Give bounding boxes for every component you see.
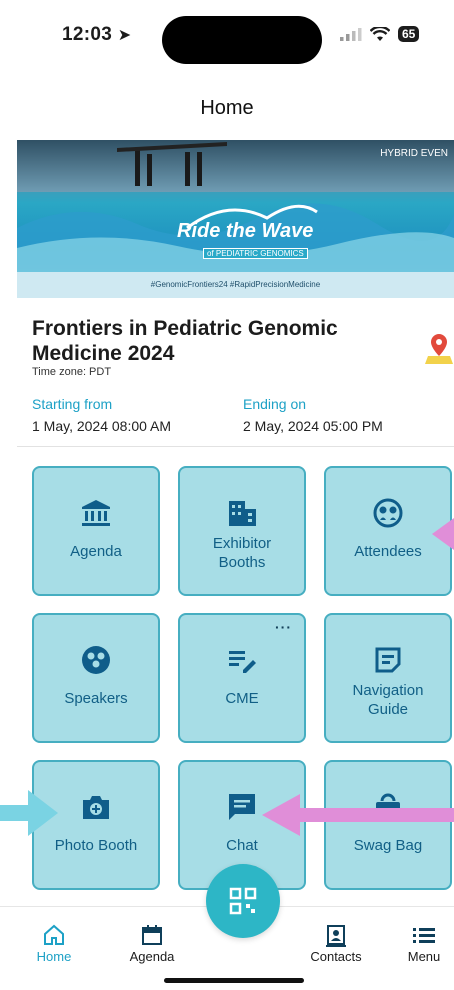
status-bar: 12:03 ➤ 65 <box>0 0 454 80</box>
page-header: Home <box>0 80 454 136</box>
qr-scan-button[interactable] <box>206 864 280 938</box>
nav-label: Home <box>36 949 72 964</box>
nav-agenda[interactable]: Agenda <box>112 921 192 964</box>
tile-agenda[interactable]: Agenda <box>32 466 160 596</box>
nav-home[interactable]: Home <box>14 921 94 964</box>
nav-label: Contacts <box>310 949 362 964</box>
event-timezone: Time zone: PDT <box>32 366 112 378</box>
map-location-icon[interactable] <box>424 332 454 366</box>
tile-label: Attendees <box>354 543 422 560</box>
banner-hashtags: #GenomicFrontiers24 #RapidPrecisionMedic… <box>17 272 454 298</box>
calendar-icon <box>112 921 192 949</box>
tile-label: Swag Bag <box>353 837 423 854</box>
nav-menu[interactable]: Menu <box>384 921 454 964</box>
location-arrow-icon: ➤ <box>117 27 132 44</box>
more-options-icon[interactable]: ··· <box>275 619 292 635</box>
tile-exhibitor-booths[interactable]: Exhibitor Booths <box>178 466 306 596</box>
home-indicator <box>164 978 304 983</box>
event-info: Frontiers in Pediatric Genomic Medicine … <box>32 316 454 434</box>
tile-label: Chat <box>226 837 258 854</box>
end-value: 2 May, 2024 05:00 PM <box>243 418 383 434</box>
page-title: Home <box>200 97 254 119</box>
document-icon <box>374 645 402 675</box>
hybrid-event-label: HYBRID EVEN <box>380 148 448 159</box>
dynamic-island <box>162 16 322 64</box>
cyan-arrow-photo-booth <box>0 790 58 836</box>
tile-navigation-guide[interactable]: Navigation Guide <box>324 613 452 743</box>
end-label: Ending on <box>243 396 307 412</box>
tile-label: Agenda <box>70 543 122 560</box>
people-face-icon <box>373 498 403 528</box>
pink-arrow-chat <box>262 794 454 836</box>
nav-label: Agenda <box>129 949 175 964</box>
banner-title: Ride the Wave <box>177 220 314 242</box>
event-title: Frontiers in Pediatric Genomic Medicine … <box>32 317 338 365</box>
qr-code-icon <box>229 887 257 915</box>
end-date: Ending on 2 May, 2024 05:00 PM <box>243 396 383 434</box>
event-banner[interactable]: HYBRID EVEN Ride the Wave of PEDIATRIC G… <box>17 140 454 298</box>
group-face-icon <box>81 645 111 675</box>
nav-label: Menu <box>407 949 441 964</box>
camera-plus-icon <box>81 792 111 822</box>
menu-icon <box>384 921 454 949</box>
signal-icon <box>340 28 362 41</box>
building-columns-icon <box>81 498 111 528</box>
wifi-icon <box>370 26 390 41</box>
tile-label: CME <box>225 690 259 707</box>
tile-label: Exhibitor Booths <box>212 535 272 571</box>
start-label: Starting from <box>32 396 113 412</box>
tile-label: Speakers <box>64 690 128 707</box>
start-value: 1 May, 2024 08:00 AM <box>32 418 172 434</box>
edit-list-icon <box>227 645 257 675</box>
tile-label: Navigation Guide <box>352 682 424 718</box>
tile-label: Photo Booth <box>54 837 138 854</box>
tile-speakers[interactable]: Speakers <box>32 613 160 743</box>
battery-icon: 65 <box>398 26 420 42</box>
surfer-silhouettes <box>117 142 227 186</box>
divider <box>17 446 454 447</box>
home-icon <box>14 921 94 949</box>
start-date: Starting from 1 May, 2024 08:00 AM <box>32 396 171 434</box>
nav-contacts[interactable]: Contacts <box>296 921 376 964</box>
office-building-icon <box>227 498 257 528</box>
status-icons: 65 <box>340 26 420 42</box>
tile-cme[interactable]: ··· CME <box>178 613 306 743</box>
pink-arrow-attendees <box>432 518 454 550</box>
contacts-icon <box>296 921 376 949</box>
banner-subtitle: of PEDIATRIC GENOMICS <box>203 248 308 259</box>
chat-bubble-icon <box>227 792 257 822</box>
status-time: 12:03 ➤ <box>62 24 132 45</box>
